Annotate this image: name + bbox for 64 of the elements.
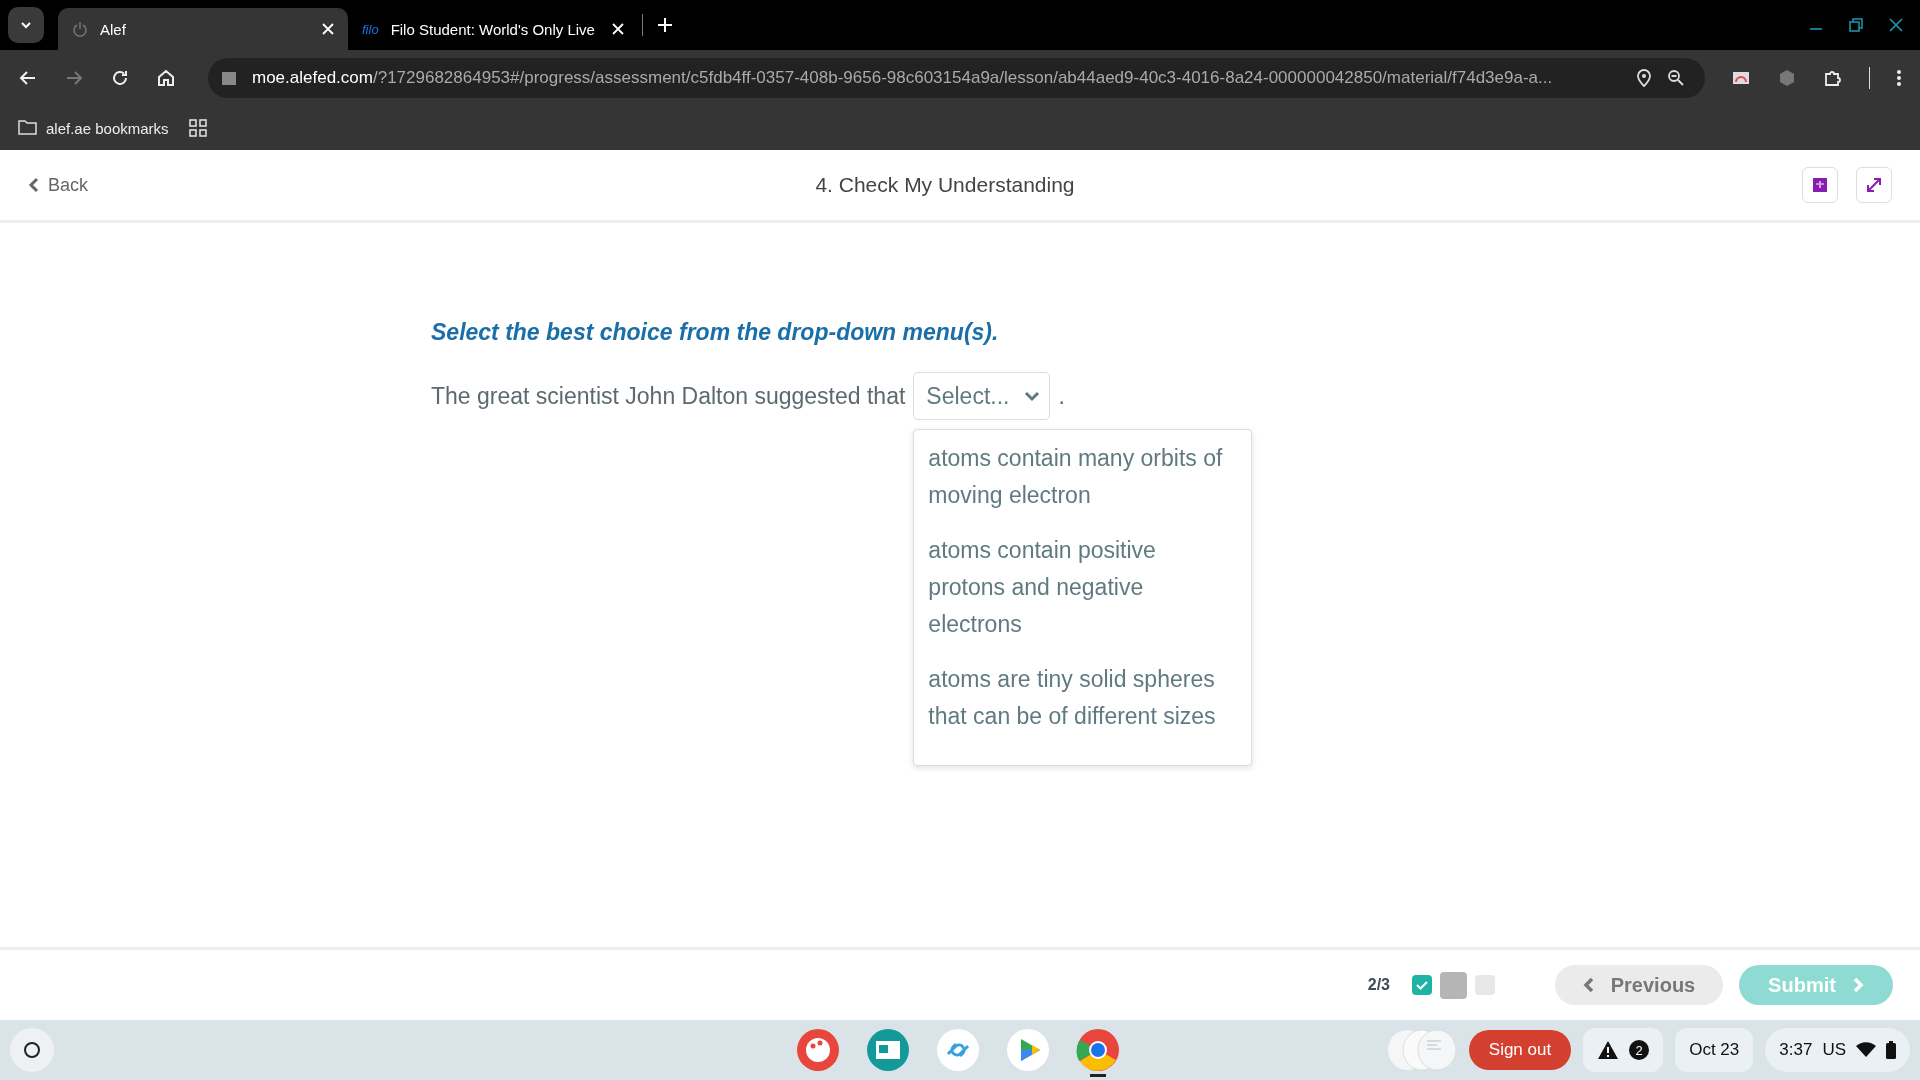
date-text: Oct 23	[1689, 1040, 1740, 1060]
notification-tray[interactable]: 2	[1583, 1028, 1664, 1072]
folder-icon	[18, 119, 38, 137]
address-bar[interactable]: moe.alefed.com/?1729682864953#/progress/assessment/c5fdb4ff-0357-408b-9656-98c603154a9a/lesson/ab44aed9-40c3-4016-8a24-000000042850/material/f74d3e9a-a...	[208, 58, 1705, 98]
reload-icon[interactable]	[110, 68, 130, 88]
tab-search-button[interactable]	[8, 7, 44, 43]
wifi-icon	[1856, 1042, 1876, 1058]
window-thumbnails-icon[interactable]	[1386, 1029, 1457, 1071]
tab-title: Alef	[100, 20, 127, 38]
date-tray[interactable]: Oct 23	[1675, 1028, 1754, 1072]
expand-icon	[1865, 176, 1883, 194]
newspaper-icon[interactable]	[866, 1028, 910, 1072]
browser-icon[interactable]	[1076, 1028, 1120, 1072]
instruction-text: Select the best choice from the drop-down menu(s).	[431, 319, 1000, 346]
expand-button[interactable]	[1856, 167, 1892, 203]
question-text: The great scientist John Dalton suggested that	[431, 382, 906, 411]
restore-icon[interactable]	[1848, 17, 1864, 33]
menu-icon[interactable]	[1896, 68, 1902, 88]
status-tray[interactable]: 3:37 US	[1765, 1028, 1910, 1072]
site-info-icon[interactable]	[220, 69, 238, 87]
period-text: .	[1058, 382, 1065, 411]
close-icon[interactable]	[1888, 17, 1904, 33]
palette-icon[interactable]	[796, 1028, 840, 1072]
dropdown-option[interactable]: atoms contain many orbits of moving electron	[914, 436, 1252, 528]
chevron-left-icon	[1582, 977, 1595, 993]
play-store-icon[interactable]	[1006, 1028, 1050, 1072]
circle-icon	[22, 1040, 42, 1060]
new-tab-icon[interactable]	[657, 17, 673, 33]
chevron-left-icon	[28, 177, 40, 193]
lesson-title: 4. Check My Understanding	[814, 173, 1076, 197]
previous-button[interactable]: Previous	[1555, 965, 1723, 1005]
back-link[interactable]: Back	[28, 174, 148, 196]
dropdown-select[interactable]: Select...	[913, 372, 1051, 420]
sign-out-button[interactable]: Sign out	[1468, 1030, 1572, 1070]
location-pin-icon[interactable]	[1635, 69, 1653, 87]
dropdown-option[interactable]: atoms contain positive protons and negative electrons	[914, 528, 1252, 657]
tab-favicon: filo	[362, 21, 379, 37]
puzzle-icon[interactable]	[1823, 68, 1843, 88]
home-icon[interactable]	[156, 68, 176, 88]
bookmark-label: alef.ae bookmarks	[46, 119, 169, 137]
battery-icon	[1886, 1041, 1896, 1059]
question-counter: 2/3	[1367, 976, 1390, 994]
browser-tab[interactable]: filo Filo Student: World's Only Live	[348, 8, 638, 50]
bookmark-folder[interactable]: alef.ae bookmarks	[18, 119, 169, 137]
clock-time: 3:37	[1779, 1040, 1813, 1060]
zoom-out-icon[interactable]	[1667, 69, 1685, 87]
running-indicator	[1090, 1074, 1106, 1077]
keyboard-layout: US	[1822, 1040, 1846, 1060]
url-text: moe.alefed.com/?1729682864953#/progress/assessment/c5fdb4ff-0357-408b-9656-98c603154a9a/lesson/ab44aed9-40c3-4016-8a24-000000042850/material/f74d3e9a-a...	[252, 68, 1554, 88]
extension-icon[interactable]	[1777, 68, 1797, 88]
progress-step[interactable]	[1412, 975, 1432, 995]
power-icon	[72, 21, 88, 37]
chevron-down-icon	[1023, 390, 1042, 402]
launcher-button[interactable]	[10, 1028, 54, 1072]
browser-tab[interactable]: Alef	[58, 8, 348, 50]
dropdown-option[interactable]: atoms are tiny solid spheres that can be of different sizes	[914, 657, 1252, 749]
book-icon	[1811, 176, 1829, 194]
tab-title: Filo Student: World's Only Live	[390, 20, 596, 38]
notification-count: 2	[1629, 1040, 1650, 1060]
glossary-button[interactable]	[1802, 167, 1838, 203]
chevron-right-icon	[1851, 977, 1864, 993]
apps-grid-icon[interactable]	[188, 119, 207, 137]
warning-icon	[1597, 1040, 1620, 1060]
chain-link-icon[interactable]	[936, 1028, 980, 1072]
